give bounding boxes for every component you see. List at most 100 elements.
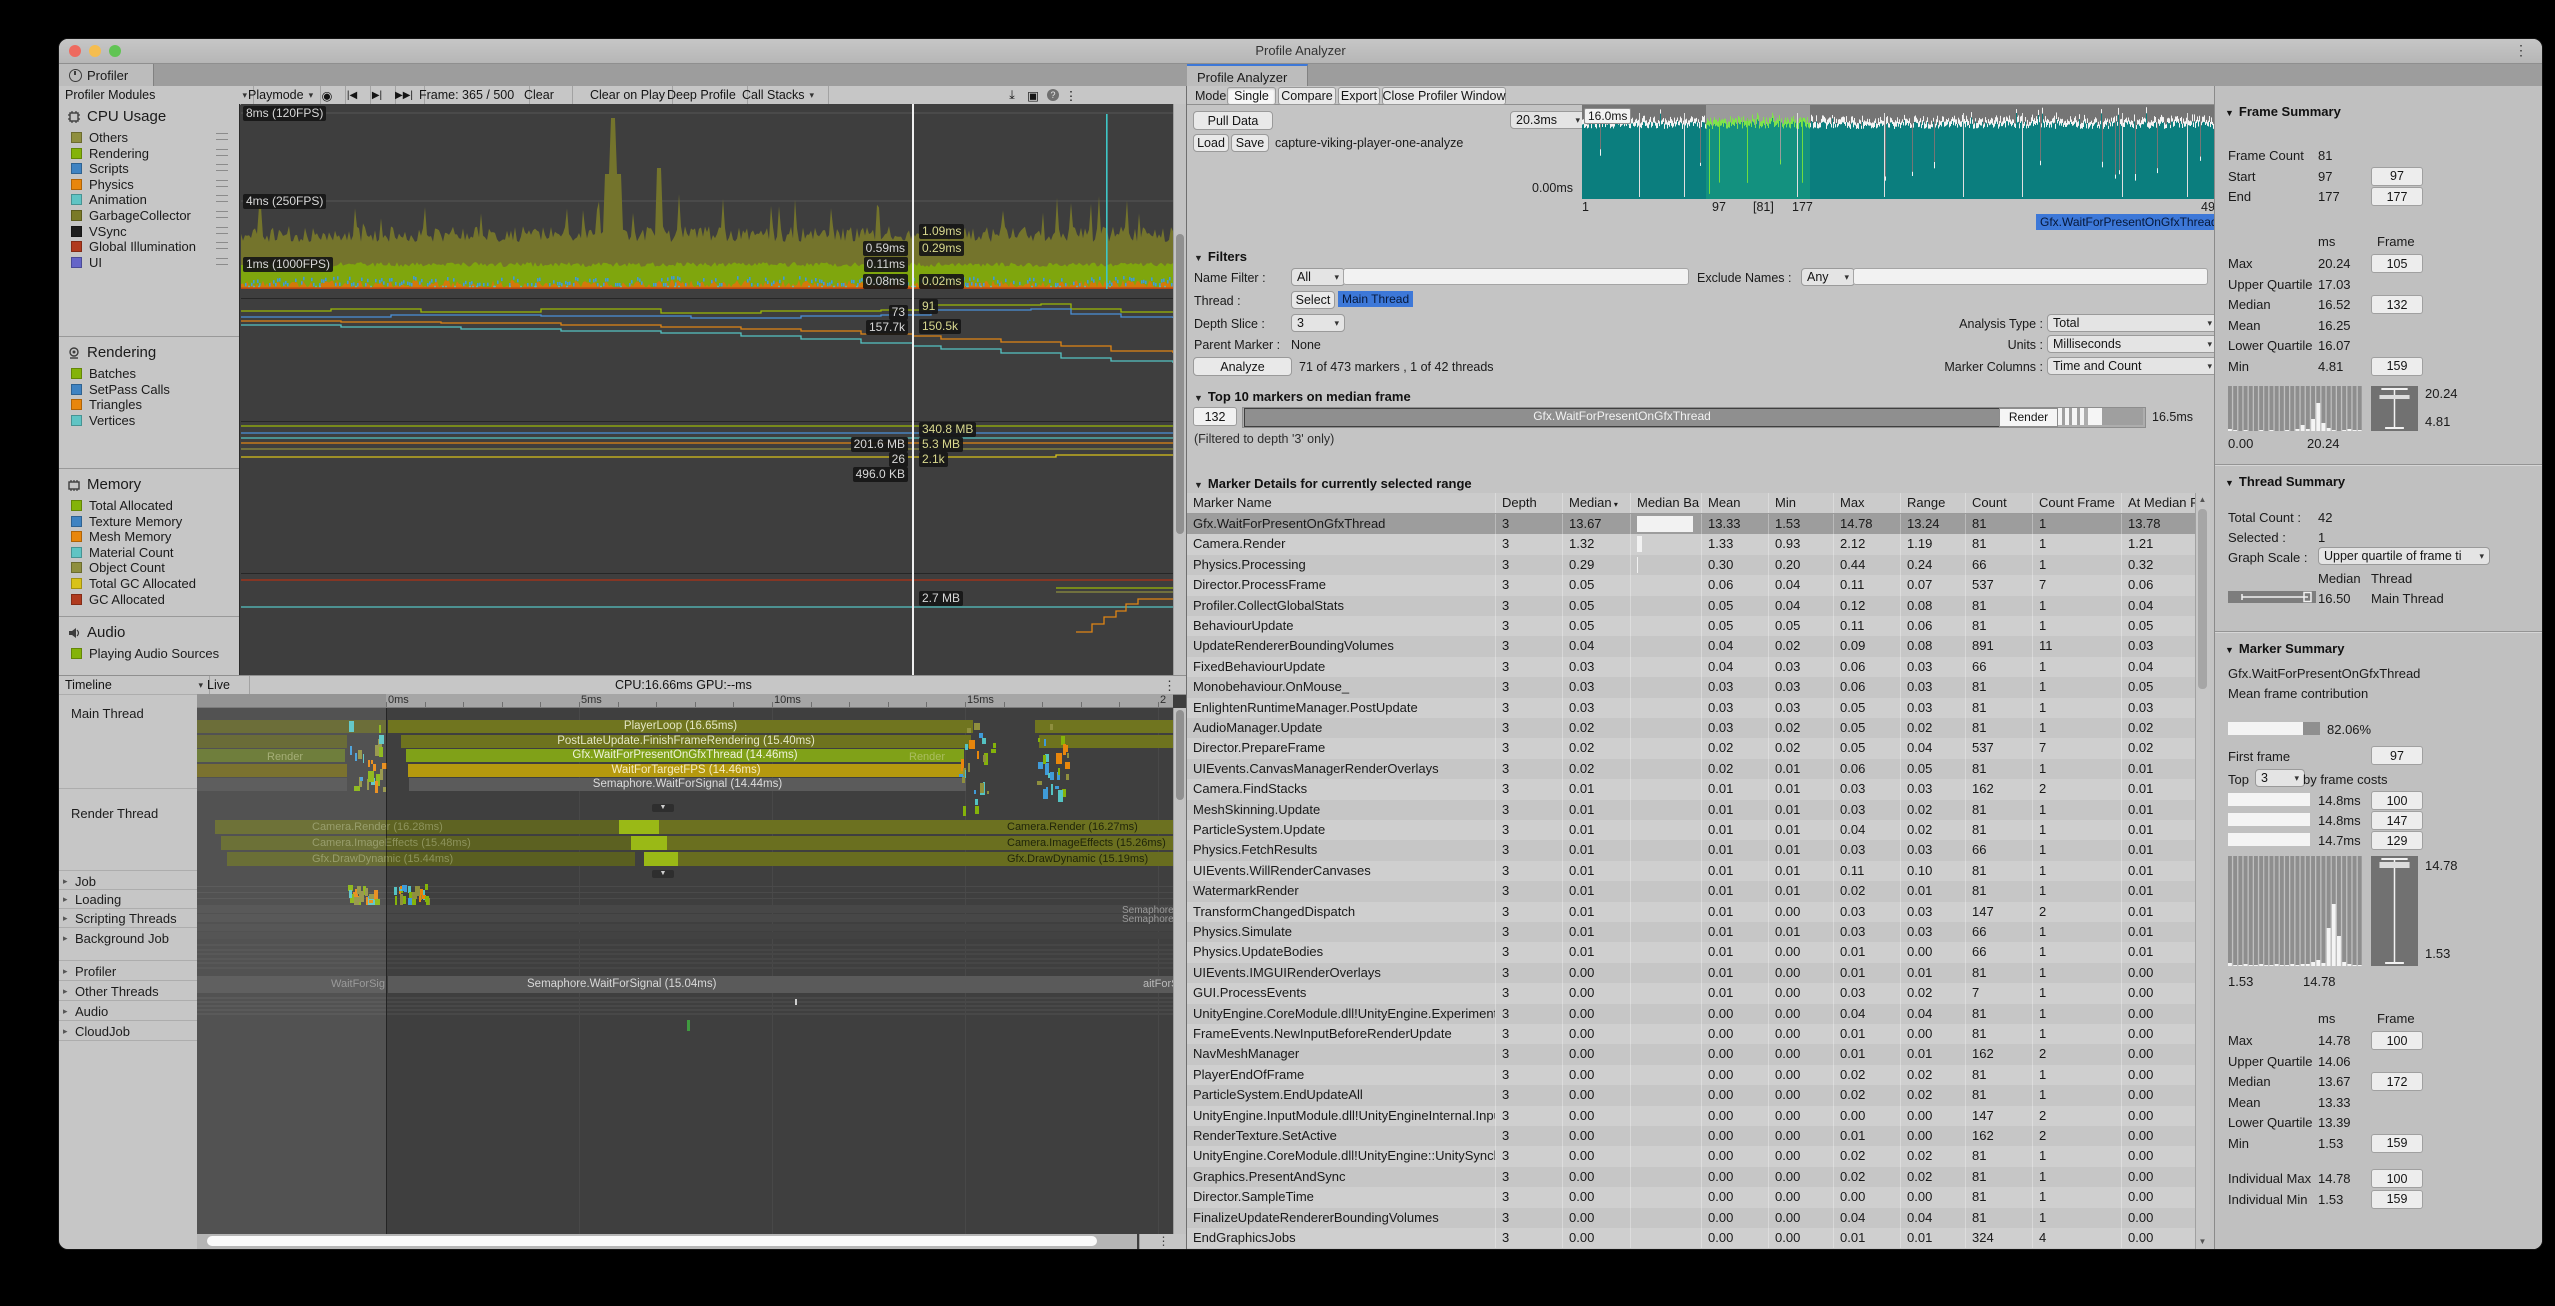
legend-item-batches[interactable]: Batches — [71, 366, 136, 381]
drag-handle-icon[interactable] — [216, 227, 228, 234]
top10-render-segment[interactable]: Render — [1999, 408, 2058, 427]
drag-handle-icon[interactable] — [216, 149, 228, 156]
mode-button-export[interactable]: Export — [1338, 87, 1380, 105]
marker-details-header[interactable]: ▼Marker Details for currently selected r… — [1194, 476, 1472, 491]
analyze-button[interactable]: Analyze — [1193, 357, 1292, 376]
legend-item-global-illumination[interactable]: Global Illumination — [71, 239, 196, 254]
call-stacks-dropdown[interactable]: Call Stacks▾ — [736, 86, 829, 104]
sidebar-thread-job[interactable]: Job — [75, 874, 96, 889]
expander-icon[interactable]: ▸ — [63, 913, 68, 924]
legend-item-mesh-memory[interactable]: Mesh Memory — [71, 529, 171, 544]
legend-item-rendering[interactable]: Rendering — [71, 146, 149, 161]
sidebar-thread-scripting-threads[interactable]: Scripting Threads — [75, 911, 177, 926]
scripting-bar[interactable] — [197, 932, 1173, 939]
graph-scale-dropdown[interactable]: Upper quartile of frame ti▾ — [2318, 547, 2490, 565]
legend-item-physics[interactable]: Physics — [71, 177, 134, 192]
goto-frame-button[interactable]: 177 — [2371, 187, 2423, 206]
main-thread-bar[interactable]: WaitForTargetFPS (14.46ms) — [408, 764, 964, 777]
sidebar-thread-audio[interactable]: Audio — [75, 1004, 108, 1019]
profiler-modules-dropdown[interactable]: Profiler Modules ▾ — [59, 86, 254, 104]
expander-icon[interactable]: ▸ — [63, 986, 68, 997]
table-row[interactable]: RenderTexture.SetActive30.000.000.000.01… — [1187, 1126, 2195, 1146]
name-filter-input[interactable] — [1343, 268, 1689, 285]
main-thread-bar[interactable]: Semaphore.WaitForSignal (14.44ms) — [409, 778, 966, 791]
scripting-bar[interactable] — [197, 924, 1173, 931]
column-header-count-frame[interactable]: Count Frame — [2032, 493, 2121, 513]
table-row[interactable]: Graphics.PresentAndSync30.000.000.000.02… — [1187, 1167, 2195, 1187]
table-row[interactable]: Camera.FindStacks30.010.010.010.030.0316… — [1187, 779, 2195, 799]
column-header-depth[interactable]: Depth — [1495, 493, 1562, 513]
timeline-vscrollbar[interactable] — [1173, 708, 1186, 1234]
units-dropdown[interactable]: Milliseconds▾ — [2047, 335, 2218, 353]
name-filter-mode-dropdown[interactable]: All▾ — [1291, 268, 1345, 286]
toolbar-kebab-icon[interactable]: ⋮ — [1057, 86, 1085, 104]
module-header-cpu-usage[interactable]: CPU Usage — [67, 108, 166, 125]
drag-handle-icon[interactable] — [216, 164, 228, 171]
cpu-usage-chart[interactable] — [241, 104, 1173, 298]
goto-frame-button[interactable]: 159 — [2371, 1190, 2423, 1209]
render-chunk[interactable] — [631, 836, 667, 850]
sidebar-thread-other-threads[interactable]: Other Threads — [75, 984, 159, 999]
timeline-hscrollbar[interactable] — [197, 1234, 1137, 1249]
legend-item-total-gc-allocated[interactable]: Total GC Allocated — [71, 576, 196, 591]
legend-item-vertices[interactable]: Vertices — [71, 413, 135, 428]
clear-on-play-toggle[interactable]: Clear on Play — [584, 86, 673, 104]
window-kebab-icon[interactable]: ⋮ — [2514, 42, 2528, 59]
frame-summary-header[interactable]: ▼Frame Summary — [2225, 104, 2341, 119]
mode-button-compare[interactable]: Compare — [1278, 87, 1336, 105]
legend-item-garbagecollector[interactable]: GarbageCollector — [71, 208, 191, 223]
marker-columns-dropdown[interactable]: Time and Count▾ — [2047, 357, 2218, 375]
table-row[interactable]: GUI.ProcessEvents30.000.010.000.030.0271… — [1187, 983, 2195, 1003]
selected-frame-line[interactable] — [912, 104, 914, 675]
drag-handle-icon[interactable] — [216, 211, 228, 218]
marker-summary-header[interactable]: ▼Marker Summary — [2225, 641, 2344, 656]
expand-more-icon[interactable]: ▼ — [652, 870, 674, 878]
table-row[interactable]: EnlightenRuntimeManager.PostUpdate30.030… — [1187, 698, 2195, 718]
column-header-mean[interactable]: Mean — [1701, 493, 1768, 513]
table-row[interactable]: Physics.FetchResults30.010.010.010.030.0… — [1187, 840, 2195, 860]
goto-frame-button[interactable]: 100 — [2371, 1169, 2423, 1188]
legend-item-gc-allocated[interactable]: GC Allocated — [71, 592, 165, 607]
drag-handle-icon[interactable] — [216, 133, 228, 140]
timeline-kebab-icon[interactable]: ⋮ — [1163, 678, 1176, 694]
loading-bar[interactable] — [197, 905, 1173, 913]
pull-data-button[interactable]: Pull Data — [1193, 111, 1273, 130]
analysis-type-dropdown[interactable]: Total▾ — [2047, 314, 2218, 332]
legend-item-triangles[interactable]: Triangles — [71, 397, 142, 412]
legend-item-ui[interactable]: UI — [71, 255, 102, 270]
table-row[interactable]: Monobehaviour.OnMouse_30.030.030.030.060… — [1187, 677, 2195, 697]
tab-profile-analyzer[interactable]: Profile Analyzer — [1187, 64, 1308, 88]
table-row[interactable]: FinalizeUpdateRendererBoundingVolumes30.… — [1187, 1208, 2195, 1228]
audio-chart[interactable] — [241, 573, 1173, 676]
save-button[interactable]: Save — [1231, 134, 1269, 152]
goto-frame-button[interactable]: 159 — [2371, 1134, 2423, 1153]
main-thread-bar-dim[interactable] — [197, 764, 347, 777]
memory-chart[interactable] — [241, 421, 1173, 572]
table-row[interactable]: UnityEngine.InputModule.dll!UnityEngineI… — [1187, 1106, 2195, 1126]
table-row[interactable]: UpdateRendererBoundingVolumes30.040.040.… — [1187, 636, 2195, 656]
timeline-track-area[interactable]: RenderPlayerLoop (16.65ms)PostLateUpdate… — [197, 708, 1173, 1249]
deep-profile-toggle[interactable]: Deep Profile — [661, 86, 748, 104]
goto-frame-button[interactable]: 132 — [2371, 295, 2423, 314]
main-thread-bar[interactable]: Gfx.WaitForPresentOnGfxThread (14.46ms) — [406, 749, 964, 762]
table-row[interactable]: Director.PrepareFrame30.020.020.020.050.… — [1187, 738, 2195, 758]
main-thread-bar[interactable]: PostLateUpdate.FinishFrameRendering (15.… — [401, 735, 971, 748]
legend-item-setpass-calls[interactable]: SetPass Calls — [71, 382, 170, 397]
main-thread-bar-dim[interactable] — [197, 778, 347, 791]
table-scrollbar[interactable]: ▲ ▼ — [2195, 493, 2210, 1249]
table-row[interactable]: Director.ProcessFrame30.050.060.040.110.… — [1187, 575, 2195, 595]
range-scale-dropdown[interactable]: 20.3ms▾ — [1510, 111, 1586, 129]
table-row[interactable]: Gfx.WaitForPresentOnGfxThread313.6713.33… — [1187, 514, 2195, 534]
column-header-range[interactable]: Range — [1900, 493, 1965, 513]
column-header-min[interactable]: Min — [1768, 493, 1833, 513]
table-row[interactable]: FrameEvents.NewInputBeforeRenderUpdate30… — [1187, 1024, 2195, 1044]
timeline-corner-kebab[interactable]: ⋮ — [1139, 1234, 1186, 1249]
median-frame-box[interactable]: 132 — [1193, 407, 1237, 426]
goto-frame-button[interactable]: 129 — [2371, 831, 2423, 850]
table-row[interactable]: Physics.Simulate30.010.010.010.030.03661… — [1187, 922, 2195, 942]
legend-item-texture-memory[interactable]: Texture Memory — [71, 514, 182, 529]
expander-icon[interactable]: ▸ — [63, 894, 68, 905]
table-row[interactable]: MeshSkinning.Update30.010.010.010.030.02… — [1187, 800, 2195, 820]
table-row[interactable]: EndGraphicsJobs30.000.000.000.010.013244… — [1187, 1228, 2195, 1248]
column-header-median[interactable]: Median ▾ — [1562, 493, 1630, 513]
